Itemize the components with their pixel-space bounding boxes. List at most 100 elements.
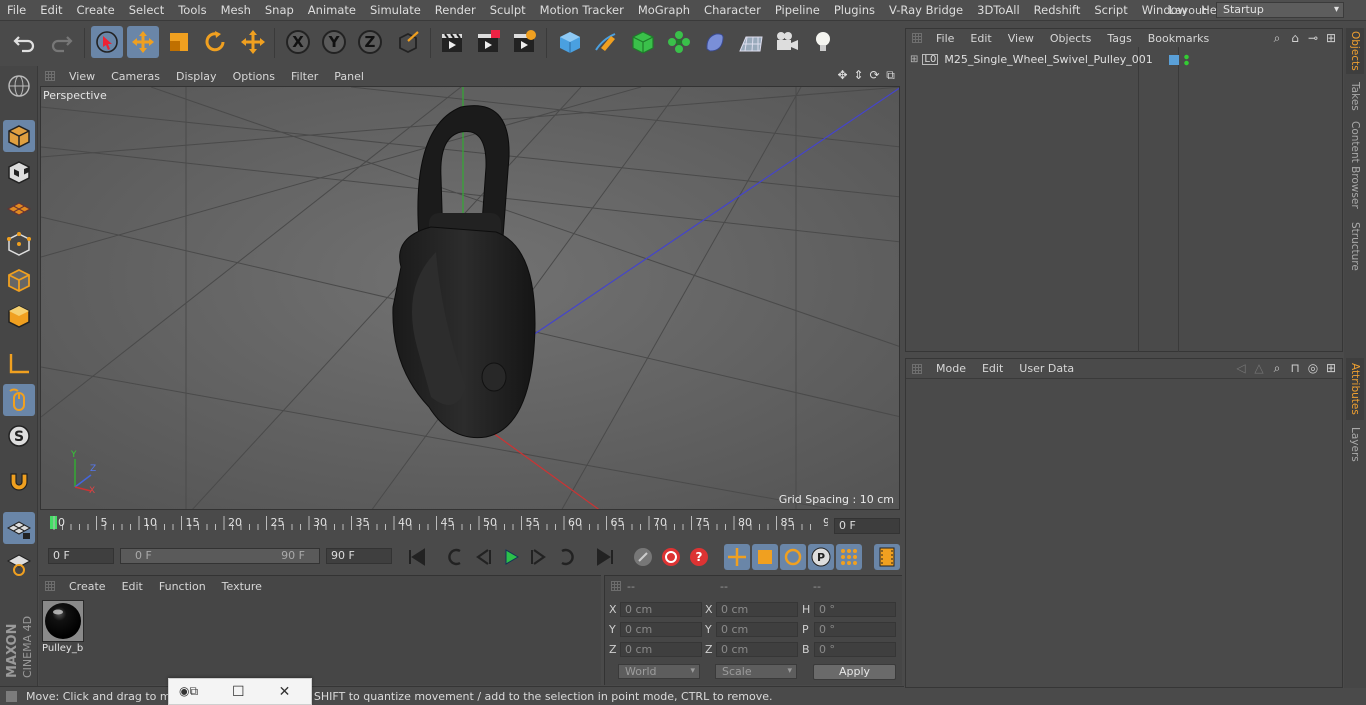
object-menu-objects[interactable]: Objects: [1042, 32, 1100, 45]
z-axis-lock-button[interactable]: Z: [354, 26, 386, 58]
render-settings-button[interactable]: [508, 26, 540, 58]
viewport-menu-filter[interactable]: Filter: [283, 70, 326, 83]
link-icon[interactable]: ⊸: [1306, 31, 1320, 45]
rot-p-field[interactable]: 0 °: [814, 622, 896, 637]
go-to-start-button[interactable]: [404, 544, 430, 570]
menu-simulate[interactable]: Simulate: [363, 3, 428, 17]
object-menu-view[interactable]: View: [1000, 32, 1042, 45]
material-swatch[interactable]: Pulley_b: [42, 600, 86, 658]
home-icon[interactable]: ⌂: [1288, 31, 1302, 45]
menu-plugins[interactable]: Plugins: [827, 3, 882, 17]
back-arrow-icon[interactable]: ◁: [1234, 361, 1248, 375]
new-window-icon[interactable]: ⊞: [1324, 361, 1338, 375]
add-mograph-button[interactable]: [663, 26, 695, 58]
new-window-icon[interactable]: ⊞: [1324, 31, 1338, 45]
rot-b-field[interactable]: 0 °: [814, 642, 896, 657]
pos-z-field[interactable]: 0 cm: [620, 642, 702, 657]
menu-edit[interactable]: Edit: [33, 3, 69, 17]
add-environment-button[interactable]: [735, 26, 767, 58]
tab-takes[interactable]: Takes: [1346, 78, 1364, 114]
viewport-menu-view[interactable]: View: [61, 70, 103, 83]
object-name[interactable]: M25_Single_Wheel_Swivel_Pulley_001: [944, 53, 1152, 66]
planar-workplane-button[interactable]: [3, 548, 35, 580]
workplane-mode-button[interactable]: [3, 192, 35, 224]
key-rotation-button[interactable]: [780, 544, 806, 570]
size-x-field[interactable]: 0 cm: [716, 602, 798, 617]
move-tool-button[interactable]: [127, 26, 159, 58]
solo-mode-button[interactable]: S: [3, 420, 35, 452]
attribute-menu-mode[interactable]: Mode: [928, 362, 974, 375]
material-menu-edit[interactable]: Edit: [114, 580, 151, 593]
menu-script[interactable]: Script: [1087, 3, 1134, 17]
pan-icon[interactable]: ✥: [836, 69, 849, 82]
add-light-button[interactable]: [807, 26, 839, 58]
x-axis-lock-button[interactable]: X: [282, 26, 314, 58]
model-mode-button[interactable]: [3, 120, 35, 152]
viewport-menu-cameras[interactable]: Cameras: [103, 70, 168, 83]
play-button[interactable]: [498, 544, 524, 570]
render-view-button[interactable]: [436, 26, 468, 58]
tab-objects[interactable]: Objects: [1346, 28, 1364, 74]
menu-animate[interactable]: Animate: [301, 3, 363, 17]
close-window-icon[interactable]: ✕: [279, 684, 291, 700]
tweak-mode-button[interactable]: [3, 384, 35, 416]
viewport-menu-panel[interactable]: Panel: [326, 70, 372, 83]
previous-frame-button[interactable]: [470, 544, 496, 570]
coordinate-system-button[interactable]: [392, 26, 424, 58]
size-y-field[interactable]: 0 cm: [716, 622, 798, 637]
app-window-icon[interactable]: ◉⧉: [179, 684, 198, 699]
attribute-menu-edit[interactable]: Edit: [974, 362, 1011, 375]
material-menu-create[interactable]: Create: [61, 580, 114, 593]
menu-create[interactable]: Create: [70, 3, 122, 17]
record-active-objects-button[interactable]: [658, 544, 684, 570]
viewport-menu-display[interactable]: Display: [168, 70, 225, 83]
perspective-viewport[interactable]: Y Z X Perspective Grid Spacing : 10 cm: [40, 86, 900, 510]
menu-mograph[interactable]: MoGraph: [631, 3, 697, 17]
dolly-icon[interactable]: ⇕: [852, 69, 865, 82]
add-generator-button[interactable]: [627, 26, 659, 58]
key-scale-button[interactable]: [752, 544, 778, 570]
add-deformer-button[interactable]: [699, 26, 731, 58]
layout-select[interactable]: Startup: [1216, 2, 1344, 18]
current-frame-field[interactable]: 0 F: [834, 518, 900, 534]
previous-key-button[interactable]: [442, 544, 468, 570]
edges-mode-button[interactable]: [3, 264, 35, 296]
redo-button[interactable]: [45, 26, 77, 58]
size-mode-select[interactable]: Scale: [715, 664, 797, 679]
workplane-lock-button[interactable]: [3, 512, 35, 544]
tab-content-browser[interactable]: Content Browser: [1346, 120, 1364, 210]
rot-h-field[interactable]: 0 °: [814, 602, 896, 617]
menu-character[interactable]: Character: [697, 3, 768, 17]
menu-mesh[interactable]: Mesh: [214, 3, 258, 17]
record-keys-disabled-button[interactable]: [630, 544, 656, 570]
menu-vray-bridge[interactable]: V-Ray Bridge: [882, 3, 970, 17]
make-editable-button[interactable]: [3, 70, 35, 102]
object-menu-file[interactable]: File: [928, 32, 962, 45]
timeline-window-button[interactable]: [874, 544, 900, 570]
menu-pipeline[interactable]: Pipeline: [768, 3, 827, 17]
maximize-icon[interactable]: ⧉: [884, 69, 897, 82]
tab-structure[interactable]: Structure: [1346, 218, 1364, 274]
y-axis-lock-button[interactable]: Y: [318, 26, 350, 58]
menu-3dtoall[interactable]: 3DToAll: [970, 3, 1027, 17]
polygons-mode-button[interactable]: [3, 300, 35, 332]
apply-button[interactable]: Apply: [813, 664, 896, 680]
live-selection-button[interactable]: [91, 26, 123, 58]
key-point-level-button[interactable]: [836, 544, 862, 570]
frame-range-slider[interactable]: 0 F 90 F: [120, 548, 320, 564]
render-to-picture-viewer-button[interactable]: [472, 26, 504, 58]
search-icon[interactable]: ⌕: [1270, 31, 1284, 45]
add-cube-button[interactable]: [554, 26, 586, 58]
autokeying-button[interactable]: ?: [686, 544, 712, 570]
viewport-menu-options[interactable]: Options: [225, 70, 283, 83]
add-camera-button[interactable]: [771, 26, 803, 58]
go-to-end-button[interactable]: [592, 544, 618, 570]
scale-tool-button[interactable]: [163, 26, 195, 58]
visibility-dots-icon[interactable]: [1183, 53, 1189, 66]
next-key-button[interactable]: [554, 544, 580, 570]
menu-snap[interactable]: Snap: [258, 3, 301, 17]
end-frame-field[interactable]: 90 F: [326, 548, 392, 564]
target-icon[interactable]: ◎: [1306, 361, 1320, 375]
pos-y-field[interactable]: 0 cm: [620, 622, 702, 637]
maximize-window-icon[interactable]: ☐: [232, 684, 245, 700]
